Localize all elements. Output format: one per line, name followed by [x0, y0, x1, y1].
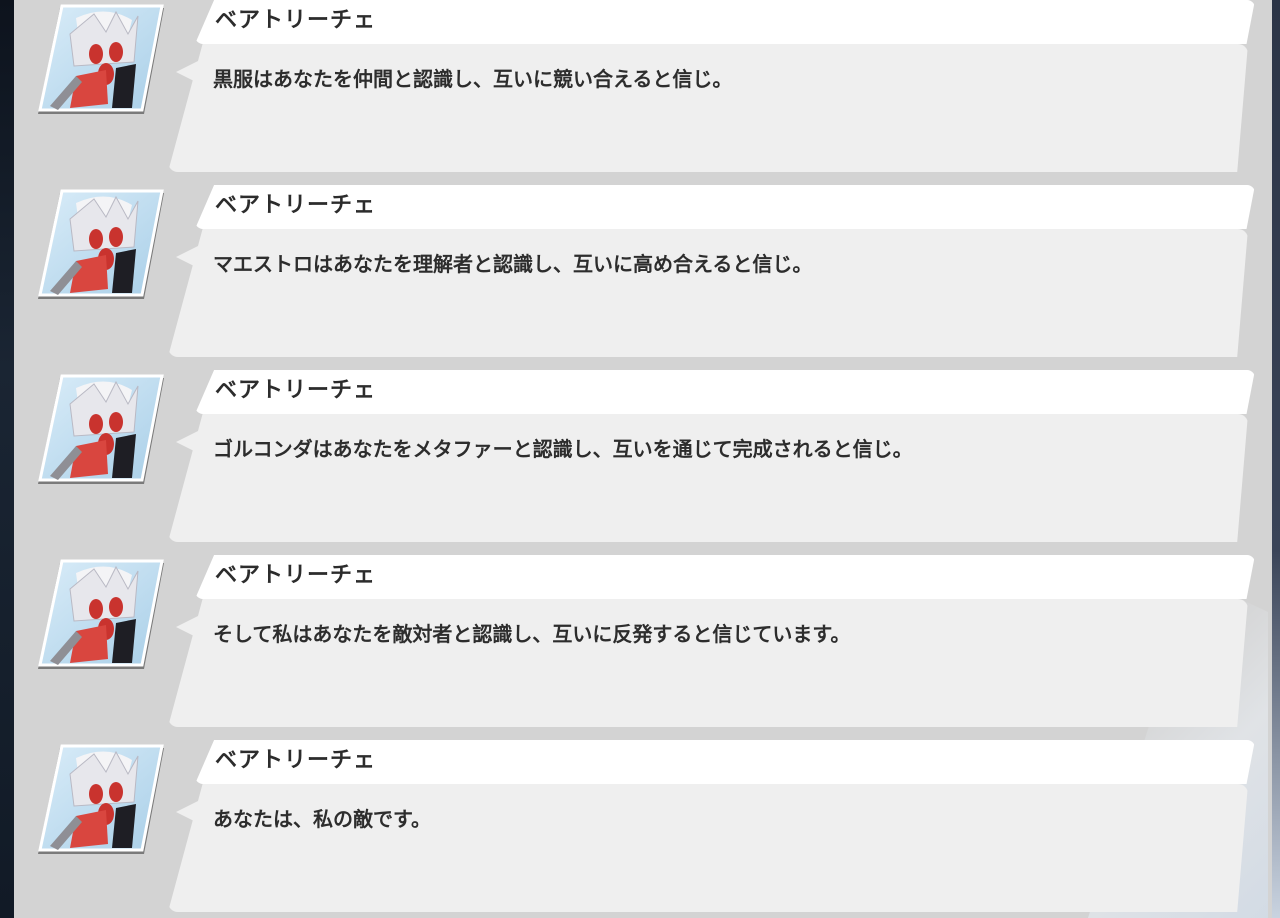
speaker-name: ベアトリーチェ — [215, 193, 377, 218]
chat-message: ベアトリーチェ マエストロはあなたを理解者と認識し、互いに高め合えると信じ。 — [30, 185, 1260, 357]
speech-bubble-body — [168, 414, 1248, 542]
speech-bubble-body — [168, 44, 1248, 172]
character-avatar[interactable] — [36, 744, 166, 858]
speech-bubble-body — [168, 784, 1248, 912]
character-avatar[interactable] — [36, 189, 166, 303]
chat-message: ベアトリーチェ ゴルコンダはあなたをメタファーと認識し、互いを通じて完成されると… — [30, 370, 1260, 542]
right-edge — [1272, 0, 1280, 918]
speaker-name: ベアトリーチェ — [215, 378, 377, 403]
left-edge — [0, 0, 14, 918]
speech-bubble-tail — [176, 800, 200, 824]
avatar-portrait-icon — [38, 374, 164, 484]
message-text: 黒服はあなたを仲間と認識し、互いに競い合えると信じ。 — [213, 67, 733, 91]
speaker-name: ベアトリーチェ — [215, 8, 377, 33]
speech-bubble — [168, 599, 1248, 727]
speech-bubble — [168, 229, 1248, 357]
speech-bubble — [168, 414, 1248, 542]
speech-bubble-tail — [176, 60, 200, 84]
character-avatar[interactable] — [36, 4, 166, 118]
speaker-name: ベアトリーチェ — [215, 563, 377, 588]
avatar-portrait-icon — [38, 189, 164, 299]
message-text: ゴルコンダはあなたをメタファーと認識し、互いを通じて完成されると信じ。 — [213, 437, 913, 461]
speech-bubble-tail — [176, 430, 200, 454]
avatar-portrait-icon — [38, 4, 164, 114]
character-avatar[interactable] — [36, 559, 166, 673]
speech-bubble — [168, 784, 1248, 912]
speech-bubble-body — [168, 229, 1248, 357]
avatar-portrait-icon — [38, 559, 164, 669]
speaker-name: ベアトリーチェ — [215, 748, 377, 773]
speech-bubble-body — [168, 599, 1248, 727]
chat-message: ベアトリーチェ あなたは、私の敵です。 — [30, 740, 1260, 912]
speech-bubble — [168, 44, 1248, 172]
speech-bubble-tail — [176, 615, 200, 639]
avatar-portrait-icon — [38, 744, 164, 854]
message-text: あなたは、私の敵です。 — [213, 807, 431, 831]
chat-message: ベアトリーチェ そして私はあなたを敵対者と認識し、互いに反発すると信じています。 — [30, 555, 1260, 727]
message-text: マエストロはあなたを理解者と認識し、互いに高め合えると信じ。 — [213, 252, 813, 276]
chat-message: ベアトリーチェ 黒服はあなたを仲間と認識し、互いに競い合えると信じ。 — [30, 0, 1260, 172]
character-avatar[interactable] — [36, 374, 166, 488]
speech-bubble-tail — [176, 245, 200, 269]
message-text: そして私はあなたを敵対者と認識し、互いに反発すると信じています。 — [213, 622, 851, 646]
